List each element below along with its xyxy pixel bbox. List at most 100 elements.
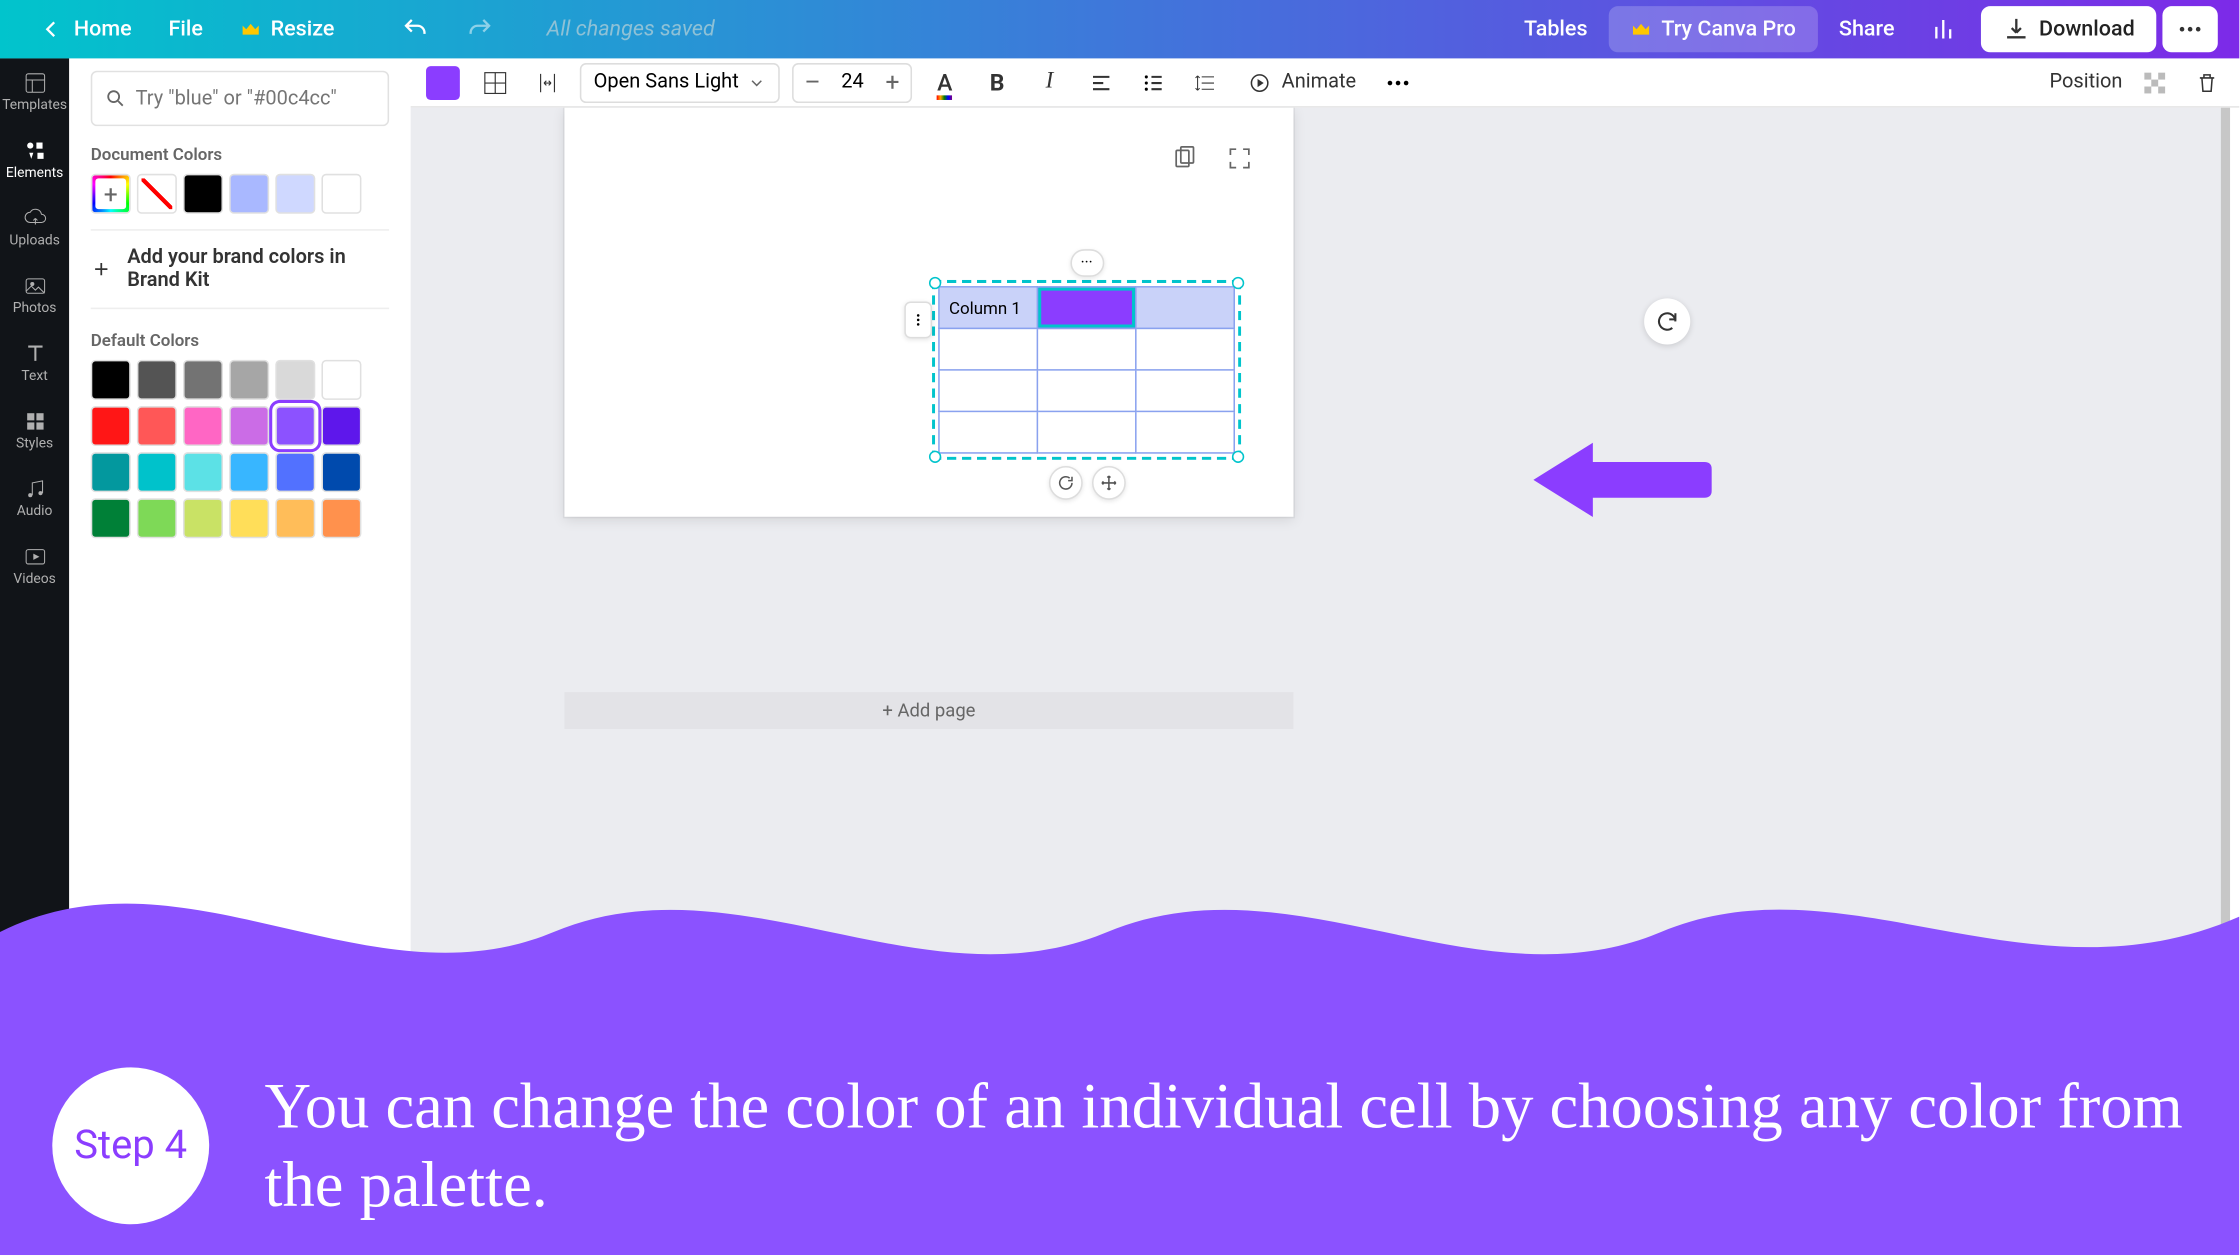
- color-swatch[interactable]: [229, 406, 269, 446]
- transparency-icon: [2141, 68, 2169, 96]
- table-row: [939, 370, 1234, 412]
- nav-audio[interactable]: Audio: [0, 464, 69, 532]
- nav-text[interactable]: Text: [0, 329, 69, 397]
- transparency-button[interactable]: [2135, 62, 2175, 102]
- color-swatch[interactable]: [183, 174, 223, 214]
- color-swatch[interactable]: [183, 360, 223, 400]
- floating-kebab[interactable]: ···: [1070, 249, 1104, 277]
- insights-button[interactable]: [1916, 6, 1974, 52]
- table-header-cell[interactable]: Column 1: [939, 287, 1037, 329]
- bold-button[interactable]: B: [977, 62, 1017, 102]
- color-swatch[interactable]: [183, 452, 223, 492]
- row-menu-button[interactable]: [904, 301, 932, 338]
- doc-colors-label: Document Colors: [91, 145, 389, 165]
- more-menu[interactable]: [2162, 6, 2217, 52]
- font-size-decrease[interactable]: –: [794, 68, 831, 97]
- color-swatch[interactable]: [229, 498, 269, 538]
- duplicate-page-icon[interactable]: [1170, 145, 1198, 173]
- try-pro-button[interactable]: Try Canva Pro: [1609, 6, 1817, 52]
- redo-icon: [467, 15, 495, 43]
- font-size-increase[interactable]: +: [874, 68, 911, 97]
- fill-color-button[interactable]: [423, 62, 463, 102]
- home-button[interactable]: Home: [22, 6, 147, 52]
- table-border-button[interactable]: [475, 62, 515, 102]
- color-swatch[interactable]: [137, 498, 177, 538]
- list-icon: [1142, 70, 1167, 95]
- color-swatch[interactable]: [275, 406, 315, 446]
- color-indicator: [426, 65, 460, 99]
- table-header-cell-selected[interactable]: [1037, 287, 1135, 329]
- download-button[interactable]: Download: [1981, 6, 2157, 52]
- color-swatch[interactable]: [137, 406, 177, 446]
- color-swatch[interactable]: [321, 360, 361, 400]
- color-swatch[interactable]: [91, 498, 131, 538]
- color-swatch[interactable]: [183, 498, 223, 538]
- expand-page-icon[interactable]: [1226, 145, 1254, 173]
- brand-kit-row[interactable]: Add your brand colors in Brand Kit: [91, 229, 389, 309]
- tutorial-arrow: [1533, 434, 1711, 532]
- design-page[interactable]: ··· Column 1: [564, 108, 1293, 517]
- color-swatch[interactable]: [321, 452, 361, 492]
- color-swatch[interactable]: [91, 360, 131, 400]
- font-select[interactable]: Open Sans Light: [580, 62, 780, 102]
- add-color-swatch[interactable]: [91, 174, 131, 214]
- color-swatch[interactable]: [183, 406, 223, 446]
- spacing-button[interactable]: [1186, 62, 1226, 102]
- position-button[interactable]: Position: [2050, 62, 2123, 102]
- toolbar-more-button[interactable]: [1378, 62, 1418, 102]
- color-swatch[interactable]: [321, 174, 361, 214]
- add-page-button[interactable]: + Add page: [564, 692, 1293, 729]
- align-icon: [1089, 70, 1114, 95]
- undo-icon: [402, 15, 430, 43]
- scrollbar[interactable]: [2221, 108, 2230, 1255]
- color-swatch[interactable]: [229, 452, 269, 492]
- delete-button[interactable]: [2187, 62, 2227, 102]
- cell-spacing-button[interactable]: [528, 62, 568, 102]
- undo-button[interactable]: [387, 6, 445, 52]
- bar-chart-icon: [1931, 15, 1959, 43]
- table-element[interactable]: ··· Column 1: [938, 286, 1235, 454]
- color-swatch[interactable]: [321, 498, 361, 538]
- rotate-handle[interactable]: [1048, 466, 1082, 500]
- move-handle[interactable]: [1091, 466, 1125, 500]
- canvas-area[interactable]: ··· Column 1 + Add page: [411, 108, 2230, 1255]
- file-menu[interactable]: File: [153, 6, 218, 52]
- nav-elements[interactable]: Elements: [0, 126, 69, 194]
- color-search-input[interactable]: [136, 87, 376, 110]
- color-swatch[interactable]: [137, 452, 177, 492]
- color-swatch[interactable]: [275, 174, 315, 214]
- resize-button[interactable]: Resize: [224, 6, 349, 52]
- font-size-value[interactable]: 24: [831, 71, 874, 94]
- doc-title[interactable]: Tables: [1509, 6, 1603, 52]
- nav-videos[interactable]: Videos: [0, 532, 69, 600]
- color-swatch[interactable]: [91, 452, 131, 492]
- animate-button[interactable]: Animate: [1239, 62, 1366, 102]
- color-swatch[interactable]: [229, 360, 269, 400]
- share-button[interactable]: Share: [1824, 6, 1910, 52]
- table[interactable]: Column 1: [938, 286, 1235, 454]
- no-color-swatch[interactable]: [137, 174, 177, 214]
- color-swatch[interactable]: [275, 498, 315, 538]
- color-swatch[interactable]: [137, 360, 177, 400]
- kebab-icon: [2176, 15, 2204, 43]
- italic-button[interactable]: I: [1029, 62, 1069, 102]
- table-header-cell[interactable]: [1136, 287, 1234, 329]
- sync-button[interactable]: [1644, 298, 1690, 344]
- color-swatch[interactable]: [91, 406, 131, 446]
- color-swatch[interactable]: [229, 174, 269, 214]
- color-search[interactable]: [91, 71, 389, 126]
- side-nav: Templates Elements Uploads Photos Text S…: [0, 58, 69, 1255]
- nav-uploads[interactable]: Uploads: [0, 194, 69, 262]
- color-swatch[interactable]: [321, 406, 361, 446]
- list-button[interactable]: [1134, 62, 1174, 102]
- color-swatch[interactable]: [275, 360, 315, 400]
- font-size-stepper: – 24 +: [793, 62, 913, 102]
- nav-templates[interactable]: Templates: [0, 58, 69, 126]
- text-color-button[interactable]: A: [925, 62, 965, 102]
- line-spacing-icon: [1194, 70, 1219, 95]
- color-swatch[interactable]: [275, 452, 315, 492]
- nav-styles[interactable]: Styles: [0, 397, 69, 465]
- align-button[interactable]: [1082, 62, 1122, 102]
- nav-photos[interactable]: Photos: [0, 261, 69, 329]
- redo-button[interactable]: [451, 6, 509, 52]
